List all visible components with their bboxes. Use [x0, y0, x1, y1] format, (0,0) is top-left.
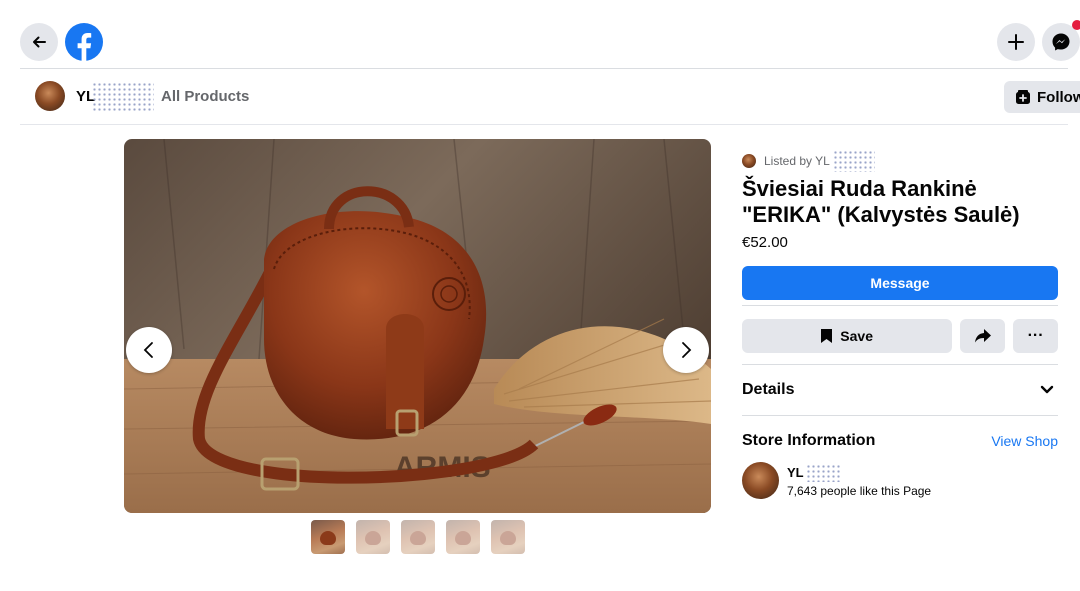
thumbnail-strip: [311, 520, 525, 554]
bookmark-icon: [821, 329, 833, 343]
thumbnail-5[interactable]: [491, 520, 525, 554]
share-icon: [974, 329, 991, 343]
store-avatar[interactable]: [742, 462, 779, 499]
store-name[interactable]: YL: [787, 465, 804, 480]
thumbnail-3[interactable]: [401, 520, 435, 554]
share-button[interactable]: [960, 319, 1006, 353]
page-bar-divider: [20, 124, 1068, 125]
thumbnail-2[interactable]: [356, 520, 390, 554]
chevron-down-icon: [1040, 385, 1054, 394]
all-products-link[interactable]: All Products: [161, 88, 249, 105]
store-likes: 7,643 people like this Page: [787, 483, 932, 498]
more-options-button[interactable]: ···: [1013, 319, 1058, 353]
product-photo: ARMIS: [124, 139, 711, 513]
follow-button[interactable]: Follow: [1004, 81, 1080, 113]
store-information-title: Store Information: [742, 432, 876, 449]
store-card: YL 7,643 people like this Page: [742, 462, 1058, 499]
listed-by-row: Listed by YL: [742, 148, 1058, 174]
messenger-button[interactable]: [1042, 20, 1080, 61]
listed-by-text[interactable]: Listed by YL: [764, 154, 830, 168]
seller-avatar[interactable]: [742, 154, 756, 168]
next-image-button[interactable]: [663, 327, 709, 373]
divider: [742, 415, 1058, 416]
product-image[interactable]: ARMIS: [124, 139, 711, 513]
page-header: YL All Products Follow: [20, 69, 1080, 125]
follow-label: Follow: [1037, 88, 1080, 106]
arrow-left-icon: [33, 36, 46, 48]
product-price: €52.00: [742, 234, 788, 251]
top-navigation-bar: [0, 0, 1080, 68]
action-buttons: Save ···: [742, 319, 1058, 353]
plus-icon: [1008, 34, 1024, 50]
thumbnail-4[interactable]: [446, 520, 480, 554]
chevron-left-icon: [143, 342, 153, 358]
message-label: Message: [870, 275, 930, 291]
save-button[interactable]: Save: [742, 319, 953, 353]
product-details-panel: Listed by YL Šviesiai Ruda Rankinė "ERIK…: [742, 148, 1058, 499]
details-accordion[interactable]: Details: [742, 365, 1058, 415]
redacted-store-name: [805, 463, 840, 482]
create-button[interactable]: [997, 23, 1035, 61]
page-avatar[interactable]: [35, 81, 65, 111]
back-button[interactable]: [20, 23, 58, 61]
save-label: Save: [840, 328, 873, 344]
follow-icon: [1016, 90, 1030, 104]
store-information-header: Store Information View Shop: [742, 432, 1058, 450]
facebook-logo-icon[interactable]: [65, 23, 103, 61]
thumbnail-1[interactable]: [311, 520, 345, 554]
chevron-right-icon: [682, 342, 692, 358]
notification-badge: [1072, 20, 1080, 30]
message-button[interactable]: Message: [742, 266, 1058, 300]
view-shop-link[interactable]: View Shop: [991, 433, 1058, 449]
details-label: Details: [742, 381, 795, 398]
previous-image-button[interactable]: [126, 327, 172, 373]
redacted-seller: [832, 150, 875, 172]
divider: [742, 305, 1058, 306]
product-title: Šviesiai Ruda Rankinė "ERIKA" (Kalvystės…: [742, 176, 1020, 227]
store-name-row: YL: [787, 463, 931, 482]
redacted-name: [92, 82, 154, 112]
messenger-icon: [1052, 33, 1070, 51]
more-options-icon: ···: [1027, 327, 1044, 344]
